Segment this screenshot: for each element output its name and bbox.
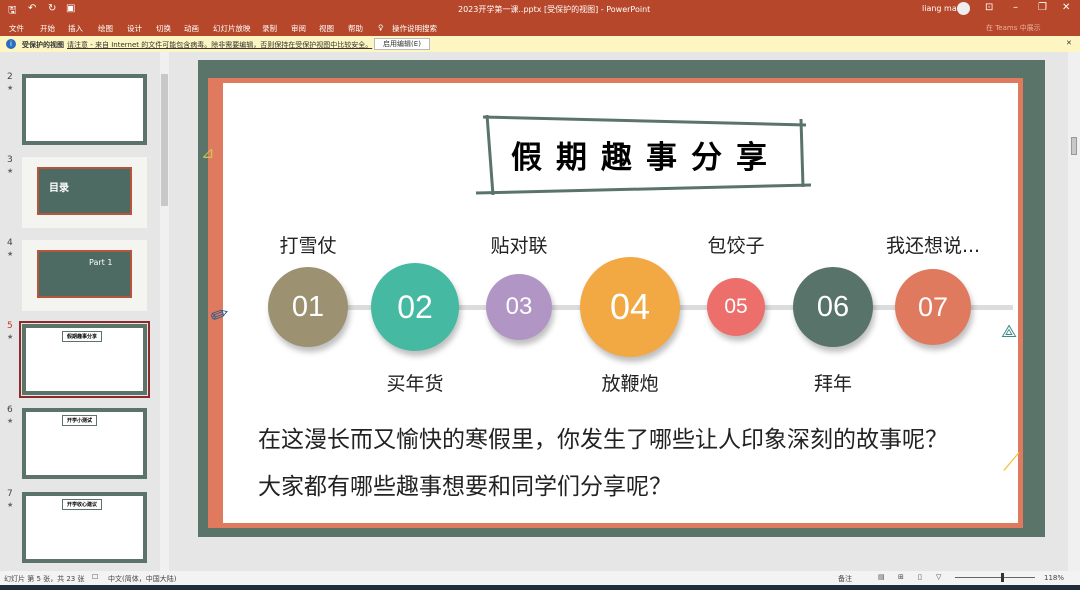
thumb-number: 4 [7,238,13,248]
star-icon: ★ [7,250,14,258]
zoom-slider[interactable] [955,577,1035,578]
timeline-label: 打雪仗 [279,235,337,257]
star-icon: ★ [7,333,14,341]
thumbnail-slide-3[interactable]: 目录 [22,157,147,228]
timeline-circle-03: 03 [486,274,552,340]
timeline-label: 放鞭炮 [601,373,659,395]
lightbulb-icon: ♀ [378,23,384,32]
slide-canvas[interactable]: 假期趣事分享 01 打雪仗 02 买年货 03 贴对联 04 放鞭炮 05 包饺子 06 拜年 07 我还… [198,60,1045,537]
minimize-button[interactable]: – [1013,2,1018,13]
tab-animations[interactable]: 动画 [184,23,199,34]
thumb-number: 6 [7,405,13,415]
ribbon-tabs: 文件 开始 插入 绘图 设计 切换 动画 幻灯片放映 录制 审阅 视图 帮助 ♀… [0,18,1080,36]
timeline-circle-04: 04 [580,257,680,357]
tab-transitions[interactable]: 切换 [156,23,171,34]
undo-icon[interactable]: ↶ [28,3,36,14]
ribbon-display-icon[interactable]: ⊡ [985,2,993,13]
maximize-button[interactable]: ❐ [1038,2,1047,13]
close-button[interactable]: ✕ [1062,2,1070,13]
language-status[interactable]: 中文(简体，中国大陆) [108,574,176,584]
tab-slideshow[interactable]: 幻灯片放映 [213,23,251,34]
tab-file[interactable]: 文件 [9,23,24,34]
slideshow-icon[interactable]: ▣ [66,3,75,14]
thumbnail-scrollbar[interactable] [160,52,169,571]
timeline-circle-01: 01 [268,267,348,347]
teams-present-button[interactable]: 在 Teams 中展示 [986,23,1041,33]
thumbnail-slide-2[interactable] [22,74,147,145]
timeline-label: 贴对联 [490,235,548,257]
timeline-circle-05: 05 [707,278,765,336]
pencil-icon: ✏ [207,300,234,331]
thumb-title: 开学小测试 [62,415,98,426]
tab-view[interactable]: 视图 [319,23,334,34]
tab-home[interactable]: 开始 [40,23,55,34]
star-icon: ★ [7,84,14,92]
tab-insert[interactable]: 插入 [68,23,83,34]
thumbnail-slide-5[interactable]: 假期趣事分享 [19,321,150,398]
star-icon: ★ [7,501,14,509]
slide-title-box: 假期趣事分享 [475,115,811,195]
timeline-circle-02: 02 [371,263,459,351]
normal-view-icon[interactable]: ▤ [878,573,885,581]
slide-counter: 幻灯片 第 5 张，共 23 张 [4,575,85,583]
body-text-line-2: 大家都有哪些趣事想要和同学们分享呢？ [258,474,672,500]
status-bar: 幻灯片 第 5 张，共 23 张 ☐ 中文(简体，中国大陆) 备注 ▤ ⊞ ▯ … [0,571,1080,585]
title-bar: 🖫 ↶ ↻ ▣ 2023开学第一课..pptx [受保护的视图] - Power… [0,0,1080,18]
thumbnail-pane: 2 ★ 3 ★ 目录 4 ★ Part 1 5 ★ 假期趣事分享 6 ★ 开学小测试 7 ★… [0,52,170,571]
thumb-number: 2 [7,72,13,82]
thumb-number: 3 [7,155,13,165]
avatar[interactable] [957,2,970,15]
body-text-line-1: 在这漫长而又愉快的寒假里，你发生了哪些让人印象深刻的故事呢？ [258,427,948,453]
thumb-title: 开学收心建议 [62,499,103,510]
redo-icon[interactable]: ↻ [48,3,56,14]
tab-draw[interactable]: 绘图 [98,23,113,34]
window-title: 2023开学第一课..pptx [受保护的视图] - PowerPoint [458,5,651,14]
ruler-icon: ⟋ [1003,448,1020,476]
info-icon: i [6,39,16,49]
thumb-title: 假期趣事分享 [62,331,103,342]
enable-editing-button[interactable]: 启用编辑(E) [374,38,430,50]
protected-message[interactable]: 请注意 - 来自 Internet 的文件可能包含病毒。除非需要编辑，否则保持在… [67,40,372,50]
protected-view-bar: i 受保护的视图 请注意 - 来自 Internet 的文件可能包含病毒。除非需… [0,36,1080,52]
thumbnail-slide-4[interactable]: Part 1 [22,240,147,311]
ruler-doodle-icon: ⊿ [201,143,215,162]
compass-icon: ⟁ [1001,321,1018,342]
close-bar-icon[interactable]: ✕ [1066,39,1072,47]
timeline-label: 我还想说... [885,235,981,257]
tab-design[interactable]: 设计 [127,23,142,34]
thumb-title: 目录 [49,183,69,194]
slide-scrollbar[interactable] [1068,52,1080,571]
timeline-label: 买年货 [386,373,444,395]
star-icon: ★ [7,417,14,425]
tab-record[interactable]: 录制 [262,23,277,34]
tell-me-search[interactable]: 操作说明搜索 [392,23,437,34]
thumb-number: 7 [7,489,13,499]
slide-title: 假期趣事分享 [511,140,781,176]
timeline-label: 拜年 [813,373,853,395]
tab-help[interactable]: 帮助 [348,23,363,34]
slide-sorter-icon[interactable]: ⊞ [898,573,904,581]
slideshow-view-icon[interactable]: ▽ [936,573,941,581]
notes-button[interactable]: 备注 [838,574,852,584]
timeline-circle-07: 07 [895,269,971,345]
star-icon: ★ [7,167,14,175]
zoom-level[interactable]: 118% [1044,574,1064,582]
slide-border: 假期趣事分享 01 打雪仗 02 买年货 03 贴对联 04 放鞭炮 05 包饺子 06 拜年 07 我还… [201,78,1023,528]
timeline-circle-06: 06 [793,267,873,347]
tab-review[interactable]: 审阅 [291,23,306,34]
thumb-title: Part 1 [89,258,113,267]
timeline-label: 包饺子 [707,235,765,257]
thumbnail-slide-7[interactable]: 开学收心建议 [22,492,147,563]
thumb-number: 5 [7,321,13,331]
accessibility-icon[interactable]: ☐ [92,573,98,581]
zoom-slider-thumb[interactable] [1001,573,1004,582]
protected-label: 受保护的视图 [22,41,64,49]
user-name[interactable]: liang ma [922,4,957,13]
taskbar [0,585,1080,590]
reading-view-icon[interactable]: ▯ [918,573,922,581]
thumbnail-slide-6[interactable]: 开学小测试 [22,408,147,479]
slide-content: 假期趣事分享 01 打雪仗 02 买年货 03 贴对联 04 放鞭炮 05 包饺子 06 拜年 07 我还… [201,83,1020,523]
